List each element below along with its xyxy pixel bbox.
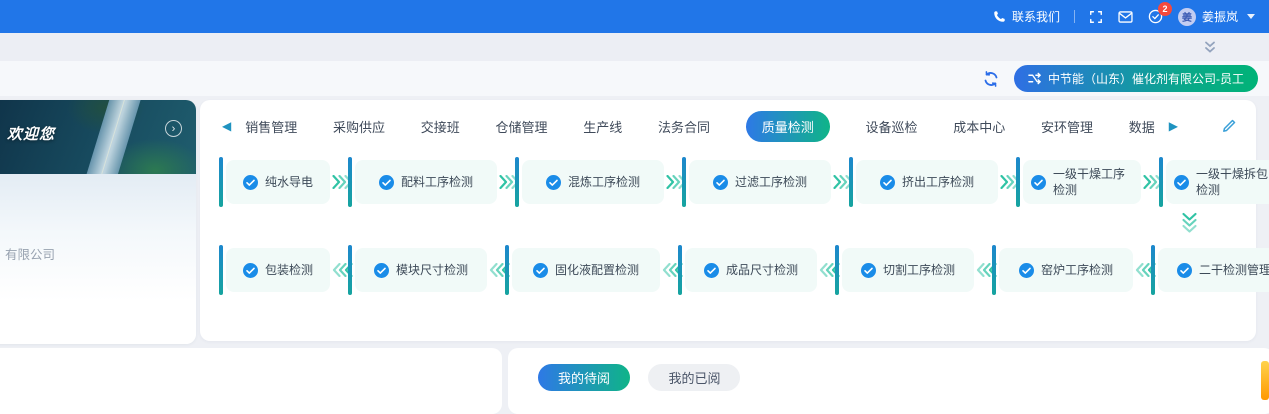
partial-orange-card-edge (1261, 361, 1269, 400)
flow-card-窑炉工序检测[interactable]: 窑炉工序检测 (999, 248, 1133, 292)
check-circle-icon (243, 175, 258, 190)
flow-down-connector-icon (1183, 213, 1197, 234)
welcome-card: 欢迎您 › 有限公司 (0, 100, 196, 344)
check-circle-icon (713, 175, 728, 190)
flow-card-一级干燥工序检测[interactable]: 一级干燥工序检测 (1023, 160, 1141, 204)
flow-row-forward: 纯水导电配料工序检测混炼工序检测过滤工序检测挤出工序检测一级干燥工序检测一级干燥… (226, 160, 1234, 204)
flow-card-切割工序检测[interactable]: 切割工序检测 (842, 248, 974, 292)
switch-company-icon (1028, 72, 1041, 85)
check-circle-icon (533, 263, 548, 278)
contact-us-button[interactable]: 联系我们 (993, 8, 1060, 25)
flow-card-挤出工序检测[interactable]: 挤出工序检测 (856, 160, 998, 204)
welcome-card-body: 有限公司 (0, 174, 196, 344)
tab-安环管理[interactable]: 安环管理 (1041, 117, 1093, 136)
fullscreen-icon[interactable] (1089, 10, 1103, 24)
flow-card-label: 窑炉工序检测 (1041, 262, 1113, 278)
flow-card-成品尺寸检测[interactable]: 成品尺寸检测 (685, 248, 817, 292)
user-menu[interactable]: 姜 姜振岚 (1178, 8, 1255, 26)
tab-采购供应[interactable]: 采购供应 (333, 117, 385, 136)
flow-card-模块尺寸检测[interactable]: 模块尺寸检测 (355, 248, 487, 292)
check-circle-icon (704, 263, 719, 278)
mail-icon[interactable] (1118, 11, 1133, 23)
flow-card-label: 一级干燥工序检测 (1053, 166, 1133, 198)
check-circle-icon (1019, 263, 1034, 278)
tab-生产线[interactable]: 生产线 (583, 117, 622, 136)
tab-设备巡检[interactable]: 设备巡检 (865, 117, 917, 136)
flow-card-label: 切割工序检测 (883, 262, 955, 278)
todo-check-icon[interactable]: 2 (1148, 9, 1163, 24)
tabs-prev-arrow-icon[interactable]: ◀ (222, 119, 231, 133)
edit-tabs-pencil-icon[interactable] (1222, 119, 1236, 133)
flow-card-label: 配料工序检测 (401, 174, 473, 190)
user-caret-icon (1247, 14, 1255, 19)
tab-my-read[interactable]: 我的已阅 (648, 364, 740, 391)
check-circle-icon (861, 263, 876, 278)
module-tabs-row: ◀ 销售管理 采购供应 交接班 仓储管理 生产线 法务合同 质量检测 设备巡检 成本中心 安环管理… (222, 106, 1236, 146)
flow-card-过滤工序检测[interactable]: 过滤工序检测 (689, 160, 831, 204)
user-name: 姜振岚 (1202, 8, 1238, 25)
context-toolbar: 中节能（山东）催化剂有限公司-员工 (0, 61, 1269, 96)
check-circle-icon (374, 263, 389, 278)
check-circle-icon (1031, 175, 1046, 190)
flow-card-label: 模块尺寸检测 (396, 262, 468, 278)
flow-card-二干检测管理[interactable]: 二干检测管理 (1158, 248, 1269, 292)
flow-card-固化液配置检测[interactable]: 固化液配置检测 (512, 248, 660, 292)
check-circle-icon (243, 263, 258, 278)
tab-my-unread[interactable]: 我的待阅 (538, 364, 630, 391)
check-circle-icon (546, 175, 561, 190)
flow-card-包装检测[interactable]: 包装检测 (226, 248, 330, 292)
collapse-double-chevron-icon[interactable] (1203, 41, 1217, 54)
flow-card-label: 纯水导电 (265, 174, 313, 190)
refresh-icon[interactable] (982, 70, 1000, 88)
module-tabs-list: 销售管理 采购供应 交接班 仓储管理 生产线 法务合同 质量检测 设备巡检 成本中心 安环管理 数据 (245, 111, 1155, 142)
read-status-card: 我的待阅 我的已阅 (508, 348, 1269, 414)
notification-badge: 2 (1158, 2, 1172, 16)
flow-card-配料工序检测[interactable]: 配料工序检测 (355, 160, 497, 204)
tab-销售管理[interactable]: 销售管理 (245, 117, 297, 136)
tab-成本中心[interactable]: 成本中心 (953, 117, 1005, 136)
check-circle-icon (379, 175, 394, 190)
flow-card-纯水导电[interactable]: 纯水导电 (226, 160, 330, 204)
flow-card-label: 包装检测 (265, 262, 313, 278)
phone-icon (993, 10, 1006, 23)
welcome-banner-image: 欢迎您 › (0, 100, 196, 174)
bottom-left-card (0, 348, 502, 414)
banner-next-arrow[interactable]: › (165, 120, 182, 137)
welcome-greeting: 欢迎您 (7, 123, 55, 144)
tab-数据[interactable]: 数据 (1129, 117, 1155, 136)
flow-card-label: 成品尺寸检测 (726, 262, 798, 278)
company-switcher-label: 中节能（山东）催化剂有限公司-员工 (1048, 70, 1244, 87)
flow-row-backward: 包装检测模块尺寸检测固化液配置检测成品尺寸检测切割工序检测窑炉工序检测二干检测管… (226, 248, 1234, 292)
tab-仓储管理[interactable]: 仓储管理 (495, 117, 547, 136)
flow-card-label: 混炼工序检测 (568, 174, 640, 190)
contact-us-label: 联系我们 (1012, 8, 1060, 25)
welcome-company-name: 有限公司 (5, 244, 55, 263)
check-circle-icon (880, 175, 895, 190)
topbar-divider (1074, 10, 1075, 23)
flow-card-一级干燥拆包检测[interactable]: 一级干燥拆包检测 (1166, 160, 1269, 204)
flow-card-label: 过滤工序检测 (735, 174, 807, 190)
flow-card-label: 一级干燥拆包检测 (1196, 166, 1269, 198)
tabs-next-arrow-icon[interactable]: ▶ (1169, 119, 1178, 133)
check-circle-icon (1177, 263, 1192, 278)
flow-card-label: 二干检测管理 (1199, 262, 1269, 278)
quality-flow-panel: ◀ 销售管理 采购供应 交接班 仓储管理 生产线 法务合同 质量检测 设备巡检 成本中心 安环管理… (200, 100, 1256, 341)
tab-质量检测[interactable]: 质量检测 (746, 111, 830, 142)
flow-card-label: 挤出工序检测 (902, 174, 974, 190)
top-navbar: 联系我们 2 姜 姜振岚 (0, 0, 1269, 33)
company-switcher-button[interactable]: 中节能（山东）催化剂有限公司-员工 (1014, 65, 1258, 92)
flow-card-label: 固化液配置检测 (555, 262, 639, 278)
road-image-stripe (80, 100, 147, 174)
tab-法务合同[interactable]: 法务合同 (658, 117, 710, 136)
flow-card-混炼工序检测[interactable]: 混炼工序检测 (522, 160, 664, 204)
avatar: 姜 (1178, 8, 1196, 26)
tab-交接班[interactable]: 交接班 (421, 117, 460, 136)
check-circle-icon (1174, 175, 1189, 190)
tab-strip-bar (0, 33, 1269, 61)
